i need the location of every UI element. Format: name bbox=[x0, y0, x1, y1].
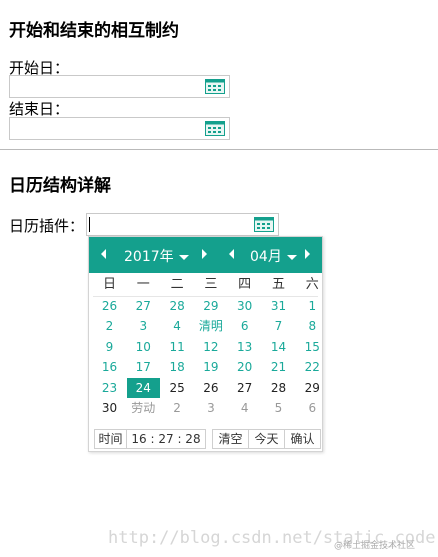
calendar-week-row: 30 劳动 2 3 4 5 6 bbox=[93, 398, 318, 419]
weekday-label: 二 bbox=[170, 277, 184, 292]
confirm-button[interactable]: 确认 bbox=[285, 429, 321, 449]
calendar-week-row: 23 24 25 26 27 28 29 bbox=[93, 377, 320, 399]
picker-footer: 时间 16 : 27 : 28 清空 今天 确认 bbox=[94, 429, 321, 449]
year-select[interactable]: 2017年 bbox=[124, 246, 189, 266]
day-cell[interactable]: 劳动 bbox=[127, 398, 160, 418]
day-cell[interactable]: 4 bbox=[228, 398, 261, 418]
day-cell[interactable]: 15 bbox=[296, 337, 329, 357]
calendar-week-row: 26 27 28 29 30 31 1 bbox=[93, 296, 318, 317]
day-cell[interactable]: 28 bbox=[161, 296, 194, 316]
day-cell[interactable]: 13 bbox=[228, 337, 261, 357]
date-picker-popup: 2017年 04月 日一二三四五六 26 27 28 29 30 31 1 2 3 4 清明 6 7 8 9… bbox=[88, 236, 323, 452]
day-cell[interactable]: 3 bbox=[194, 398, 227, 418]
dropdown-caret bbox=[178, 254, 189, 260]
time-button[interactable]: 时间 bbox=[94, 429, 127, 449]
day-cell[interactable]: 18 bbox=[161, 357, 194, 377]
year-value: 2017年 bbox=[124, 249, 174, 265]
day-cell[interactable]: 11 bbox=[161, 337, 194, 357]
calendar-grid: 日一二三四五六 26 27 28 29 30 31 1 2 3 4 清明 6 7 8 9 10 11 12 13 14… bbox=[93, 275, 320, 419]
weekday-header-row: 日一二三四五六 bbox=[93, 275, 319, 296]
day-cell[interactable]: 12 bbox=[194, 337, 227, 357]
day-cell[interactable]: 30 bbox=[93, 398, 126, 418]
weekday-label: 六 bbox=[305, 277, 319, 292]
weekday-label: 三 bbox=[204, 277, 218, 292]
day-cell[interactable]: 10 bbox=[127, 337, 160, 357]
section-divider bbox=[0, 149, 438, 150]
end-date-label: 结束日： bbox=[9, 100, 70, 118]
plugin-date-input[interactable] bbox=[86, 213, 279, 236]
day-cell[interactable]: 5 bbox=[262, 398, 295, 418]
day-cell[interactable]: 16 bbox=[93, 357, 126, 377]
day-cell[interactable]: 14 bbox=[262, 337, 295, 357]
day-cell[interactable]: 30 bbox=[228, 296, 261, 316]
day-cell[interactable]: 2 bbox=[161, 398, 194, 418]
watermark-community: @稀土掘金技术社区 bbox=[334, 541, 416, 551]
day-cell[interactable]: 27 bbox=[228, 378, 261, 398]
time-value-field[interactable]: 16 : 27 : 28 bbox=[127, 429, 206, 449]
calendar-icon[interactable] bbox=[254, 217, 274, 232]
day-cell[interactable]: 31 bbox=[262, 296, 295, 316]
weekday-label: 四 bbox=[238, 277, 252, 292]
calendar-icon[interactable] bbox=[205, 121, 225, 136]
prev-month-arrow[interactable] bbox=[229, 249, 234, 259]
month-value: 04月 bbox=[250, 249, 282, 265]
month-select[interactable]: 04月 bbox=[250, 246, 297, 266]
day-cell[interactable]: 3 bbox=[127, 316, 160, 336]
day-cell[interactable]: 6 bbox=[296, 398, 329, 418]
calendar-week-row: 16 17 18 19 20 21 22 bbox=[93, 357, 320, 378]
calendar-icon[interactable] bbox=[205, 79, 225, 94]
today-button[interactable]: 今天 bbox=[249, 429, 285, 449]
day-cell[interactable]: 29 bbox=[296, 378, 329, 398]
weekday-label: 五 bbox=[271, 277, 285, 292]
section-title-structure: 日历结构详解 bbox=[9, 176, 111, 196]
day-cell[interactable]: 7 bbox=[262, 316, 295, 336]
dropdown-caret bbox=[286, 254, 297, 260]
picker-header: 2017年 04月 bbox=[89, 237, 322, 273]
next-month-arrow[interactable] bbox=[305, 249, 310, 259]
day-cell[interactable]: 17 bbox=[127, 357, 160, 377]
day-cell[interactable]: 19 bbox=[194, 357, 227, 377]
clear-button[interactable]: 清空 bbox=[212, 429, 249, 449]
day-cell[interactable]: 9 bbox=[93, 337, 126, 357]
day-cell[interactable]: 21 bbox=[262, 357, 295, 377]
day-cell[interactable]: 23 bbox=[93, 378, 126, 398]
start-date-input[interactable] bbox=[9, 75, 230, 98]
day-cell[interactable]: 清明 bbox=[194, 316, 227, 336]
weekday-label: 一 bbox=[136, 277, 150, 292]
day-cell[interactable]: 28 bbox=[262, 378, 295, 398]
day-cell[interactable]: 1 bbox=[296, 296, 329, 316]
day-cell[interactable]: 26 bbox=[194, 378, 227, 398]
calendar-week-row: 9 10 11 12 13 14 15 bbox=[93, 337, 320, 358]
day-cell[interactable]: 8 bbox=[296, 316, 329, 336]
day-cell[interactable]: 27 bbox=[127, 296, 160, 316]
day-cell[interactable]: 6 bbox=[228, 316, 261, 336]
day-cell[interactable]: 26 bbox=[93, 296, 126, 316]
day-cell[interactable]: 25 bbox=[161, 378, 194, 398]
calendar-week-row: 2 3 4 清明 6 7 8 bbox=[93, 316, 318, 337]
weekday-label: 日 bbox=[102, 277, 116, 292]
selected-day-cell[interactable]: 24 bbox=[126, 377, 160, 398]
day-cell[interactable]: 20 bbox=[228, 357, 261, 377]
next-year-arrow[interactable] bbox=[202, 249, 207, 259]
end-date-input[interactable] bbox=[9, 117, 230, 140]
day-cell[interactable]: 2 bbox=[93, 316, 126, 336]
day-cell[interactable]: 22 bbox=[296, 357, 329, 377]
day-cell[interactable]: 4 bbox=[161, 316, 194, 336]
plugin-label: 日历插件： bbox=[9, 217, 85, 235]
prev-year-arrow[interactable] bbox=[101, 249, 106, 259]
text-caret bbox=[89, 217, 90, 232]
section-title-constraints: 开始和结束的相互制约 bbox=[9, 21, 179, 41]
day-cell[interactable]: 29 bbox=[194, 296, 227, 316]
